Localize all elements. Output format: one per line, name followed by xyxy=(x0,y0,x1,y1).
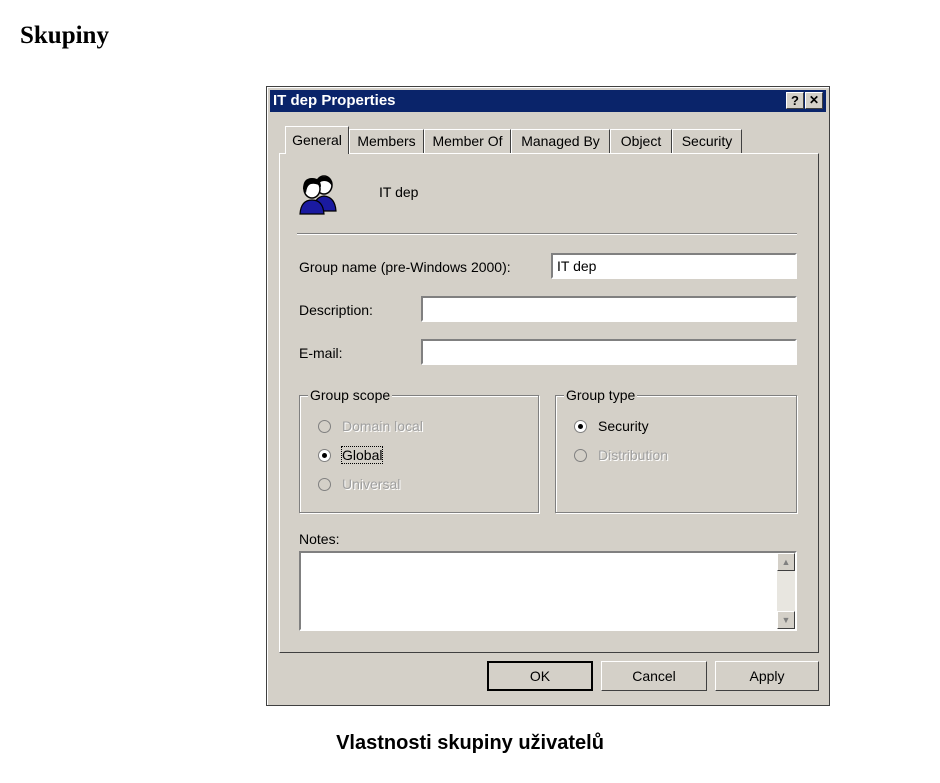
properties-dialog: IT dep Properties ? ✕ General Members Me… xyxy=(266,86,830,706)
scroll-up-icon[interactable]: ▲ xyxy=(777,553,795,571)
group-name-field[interactable] xyxy=(551,253,797,279)
tab-general[interactable]: General xyxy=(285,126,349,154)
group-name-label: Group name (pre-Windows 2000): xyxy=(299,259,511,275)
figure-caption: Vlastnosti skupiny uživatelů xyxy=(336,732,604,754)
dialog-titlebar[interactable]: IT dep Properties ? ✕ xyxy=(270,90,826,112)
email-field[interactable] xyxy=(421,339,797,365)
group-type-title: Group type xyxy=(564,387,638,403)
header-separator xyxy=(297,233,797,235)
group-scope-box: Group scope Domain local Global Universa… xyxy=(299,387,539,513)
group-scope-title: Group scope xyxy=(308,387,393,403)
scope-universal-label: Universal xyxy=(342,476,401,492)
notes-label: Notes: xyxy=(299,531,340,547)
scope-domain-local-label: Domain local xyxy=(342,418,423,434)
radio-icon xyxy=(574,449,587,462)
help-button[interactable]: ? xyxy=(786,92,804,109)
notes-scrollbar[interactable]: ▲ ▼ xyxy=(777,553,795,629)
radio-icon xyxy=(318,478,331,491)
scroll-down-icon[interactable]: ▼ xyxy=(777,611,795,629)
type-security-label[interactable]: Security xyxy=(598,418,649,434)
notes-textarea[interactable]: ▲ ▼ xyxy=(299,551,797,631)
users-group-icon xyxy=(297,171,341,215)
radio-checked-icon[interactable] xyxy=(318,449,331,462)
tab-managed-by[interactable]: Managed By xyxy=(511,129,610,153)
description-label: Description: xyxy=(299,302,373,318)
tab-members[interactable]: Members xyxy=(349,129,424,153)
document-heading: Skupiny xyxy=(20,22,109,49)
type-distribution-label: Distribution xyxy=(598,447,669,463)
group-type-box: Group type Security Distribution xyxy=(555,387,797,513)
tab-security[interactable]: Security xyxy=(672,129,742,153)
cancel-button[interactable]: Cancel xyxy=(601,661,707,691)
radio-icon xyxy=(318,420,331,433)
description-field[interactable] xyxy=(421,296,797,322)
radio-checked-icon[interactable] xyxy=(574,420,587,433)
apply-button[interactable]: Apply xyxy=(715,661,819,691)
tab-object[interactable]: Object xyxy=(610,129,672,153)
scope-global-label[interactable]: Global xyxy=(340,446,384,464)
tab-member-of[interactable]: Member Of xyxy=(424,129,511,153)
dialog-title: IT dep Properties xyxy=(273,92,396,109)
group-display-name: IT dep xyxy=(379,184,419,200)
ok-button[interactable]: OK xyxy=(487,661,593,691)
close-button[interactable]: ✕ xyxy=(805,92,823,109)
email-label: E-mail: xyxy=(299,345,343,361)
